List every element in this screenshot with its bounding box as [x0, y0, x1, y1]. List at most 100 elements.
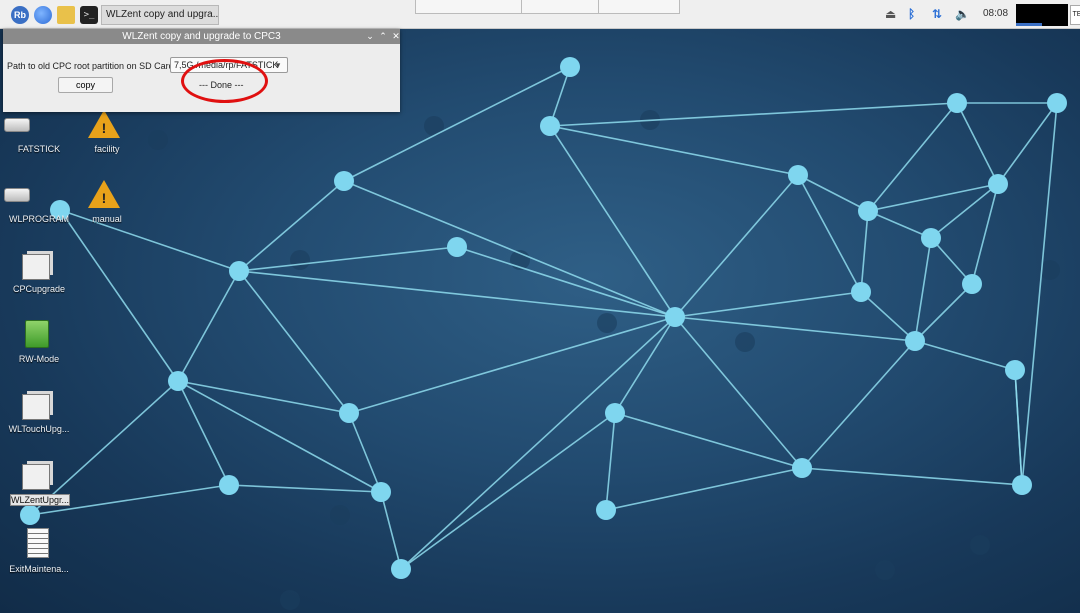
network-node	[605, 403, 625, 423]
network-edge	[348, 412, 382, 493]
taskbar-window-button[interactable]: WLZent copy and upgra...	[101, 5, 219, 25]
network-node	[229, 261, 249, 281]
network-edge	[801, 340, 916, 469]
network-edge	[674, 291, 862, 318]
network-edge	[400, 316, 676, 570]
drive-icon	[4, 188, 30, 202]
network-edge	[614, 412, 803, 469]
window-icon	[22, 254, 50, 280]
eject-icon[interactable]: ⏏	[885, 6, 896, 22]
background-dot	[280, 590, 300, 610]
network-node	[858, 201, 878, 221]
text-file-icon	[27, 528, 49, 558]
network-edge	[348, 316, 676, 414]
network-node	[371, 482, 391, 502]
network-edge	[1021, 102, 1058, 486]
background-dot	[290, 250, 310, 270]
network-node	[905, 331, 925, 351]
network-node	[1012, 475, 1032, 495]
bluetooth-icon[interactable]: ᛒ	[908, 6, 915, 22]
clock[interactable]: 08:08	[983, 6, 1008, 22]
warning-mark: !	[101, 120, 107, 136]
network-edge	[549, 102, 958, 127]
background-dot	[597, 313, 617, 333]
background-dot	[735, 332, 755, 352]
network-node	[339, 403, 359, 423]
minimize-icon[interactable]: ⌄	[364, 29, 376, 44]
desktop-icon-label: manual	[92, 214, 122, 224]
desktop-icon-label: WLPROGRAM	[8, 214, 69, 224]
network-node	[391, 559, 411, 579]
network-edge	[930, 183, 999, 239]
network-node	[1047, 93, 1067, 113]
path-label: Path to old CPC root partition on SD Car…	[7, 61, 177, 71]
network-edge	[177, 270, 240, 382]
chevron-down-icon: ▾	[275, 60, 281, 70]
network-node	[540, 116, 560, 136]
background-dot	[875, 560, 895, 580]
file-manager-icon[interactable]	[57, 6, 75, 24]
network-node	[788, 165, 808, 185]
network-edge	[914, 340, 1016, 371]
network-node	[560, 57, 580, 77]
desktop-icon-exitmaintenance[interactable]: ExitMaintena...	[0, 528, 78, 578]
maximize-icon[interactable]: ⌃	[377, 29, 389, 44]
network-edge	[177, 380, 230, 486]
dialog-title-bar[interactable]: WLZent copy and upgrade to CPC3	[3, 29, 400, 44]
network-edge	[867, 210, 932, 239]
desktop-icon-wltouchupg[interactable]: WLTouchUpg...	[0, 388, 78, 438]
network-edge	[797, 174, 862, 293]
window-icon	[22, 394, 50, 420]
network-node	[596, 500, 616, 520]
network-edge	[549, 125, 799, 176]
network-node	[665, 307, 685, 327]
desktop-icon-wlzentupgr[interactable]: WLZentUpgr...	[0, 458, 78, 508]
network-edge	[1014, 369, 1023, 486]
close-icon[interactable]: ✕	[390, 29, 402, 44]
network-edge	[228, 484, 382, 493]
network-node	[168, 371, 188, 391]
desktop-icon-cpcupgrade[interactable]: CPCupgrade	[0, 248, 78, 298]
desktop-icon-wlprogram[interactable]: WLPROGRAM	[0, 178, 78, 228]
volume-icon[interactable]: 🔈	[955, 6, 970, 22]
web-browser-icon[interactable]	[34, 6, 52, 24]
network-edge	[605, 467, 803, 511]
network-edge	[914, 283, 973, 342]
network-edge	[674, 316, 916, 342]
network-node	[921, 228, 941, 248]
network-icon[interactable]: ⇅	[932, 6, 942, 22]
red-annotation-circle	[181, 59, 268, 103]
network-edge	[400, 412, 616, 570]
network-edge	[801, 467, 1023, 486]
desktop-icon-manual[interactable]: ! manual	[68, 178, 146, 228]
network-edge	[997, 102, 1058, 185]
window-icon	[22, 464, 50, 490]
taskbar-empty-area	[415, 0, 680, 14]
background-dot	[424, 116, 444, 136]
background-dot	[148, 130, 168, 150]
network-node	[334, 171, 354, 191]
network-edge	[956, 102, 999, 185]
network-edge	[177, 380, 350, 414]
network-edge	[549, 125, 676, 318]
network-edge	[238, 270, 350, 414]
raspberry-menu-icon[interactable]: Rb	[11, 6, 29, 24]
network-edge	[456, 246, 676, 318]
desktop-icon-facility[interactable]: ! facility	[68, 108, 146, 158]
taskbar-tag[interactable]: TE	[1070, 5, 1080, 25]
desktop-icon-label: RW-Mode	[18, 354, 60, 364]
drive-icon	[4, 118, 30, 132]
cpu-temp-monitor	[1042, 4, 1068, 26]
network-node	[962, 274, 982, 294]
desktop-icon-rw-mode[interactable]: RW-Mode	[0, 318, 78, 368]
network-edge	[674, 174, 799, 318]
network-edge	[605, 412, 616, 511]
network-edge	[380, 491, 402, 570]
network-edge	[343, 180, 676, 318]
terminal-icon[interactable]: >_	[80, 6, 98, 24]
desktop-icon-label: ExitMaintena...	[9, 564, 69, 574]
desktop-icon-label: WLTouchUpg...	[8, 424, 70, 434]
desktop-icon-label: CPCupgrade	[12, 284, 66, 294]
copy-button[interactable]: copy	[58, 77, 113, 93]
desktop-icon-fatstick[interactable]: FATSTICK	[0, 108, 78, 158]
